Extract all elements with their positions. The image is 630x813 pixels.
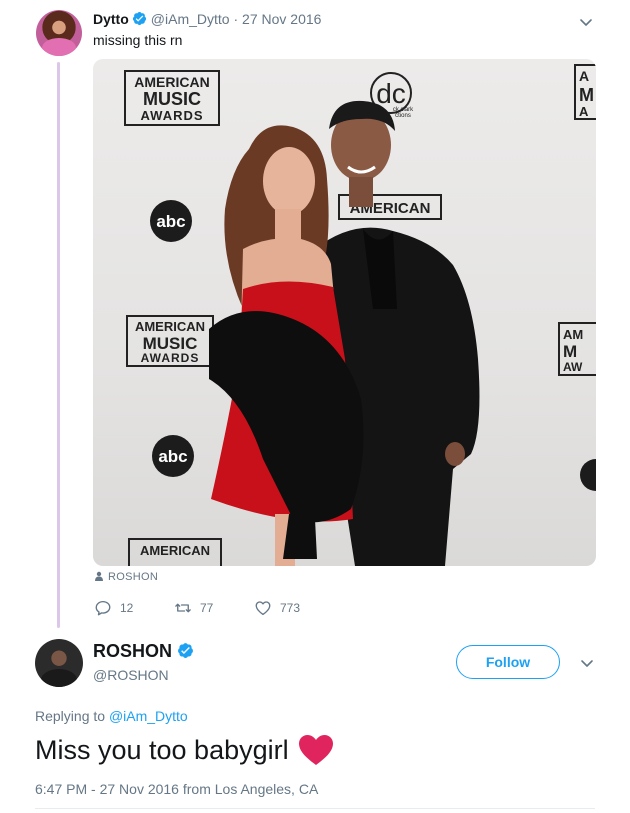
svg-text:A: A	[579, 68, 589, 84]
retweet-count: 77	[200, 601, 214, 615]
abc-logo: abc	[152, 435, 194, 477]
svg-text:AM: AM	[563, 327, 583, 342]
ama-logo: AM M AW	[558, 322, 596, 376]
like-action[interactable]: 773	[254, 599, 300, 617]
tweet-photo[interactable]: AMERICAN MUSIC AWARDS dc ck clark ctions…	[93, 59, 596, 566]
ama-logo: AMERICAN MUSIC AWARDS	[126, 315, 214, 367]
from-label: from	[182, 781, 211, 797]
svg-text:M: M	[579, 85, 594, 105]
thread-line	[57, 62, 60, 628]
parent-tweet: Dytto @iAm_Dytto · 27 Nov 2016 missing th…	[0, 0, 630, 630]
abc-logo	[580, 459, 596, 491]
author-name[interactable]: ROSHON	[93, 641, 198, 662]
svg-text:M: M	[563, 342, 577, 361]
replying-to: Replying to @iAm_Dytto	[35, 708, 188, 724]
svg-text:abc: abc	[158, 447, 187, 466]
replying-prefix: Replying to	[35, 708, 106, 724]
woman-figure	[209, 125, 364, 566]
svg-text:AW: AW	[563, 360, 583, 374]
svg-text:ctions: ctions	[395, 113, 411, 119]
svg-text:dc: dc	[376, 78, 406, 109]
photo-credit-name: ROSHON	[108, 571, 159, 583]
verified-badge-icon	[178, 643, 193, 658]
heart-emoji-icon	[298, 735, 333, 765]
svg-text:AWARDS: AWARDS	[140, 108, 203, 123]
chevron-down-icon[interactable]	[578, 14, 594, 30]
tweet-text: Miss you too babygirl	[35, 734, 334, 766]
svg-text:AMERICAN: AMERICAN	[140, 543, 210, 558]
retweet-icon	[175, 603, 191, 613]
reply-count: 12	[120, 601, 134, 615]
tweet-location[interactable]: Los Angeles, CA	[215, 781, 319, 797]
author-handle[interactable]: @iAm_Dytto	[151, 11, 230, 27]
retweet-action[interactable]: 77	[174, 599, 213, 617]
photo-credit[interactable]: ROSHON	[94, 571, 158, 583]
tweet-text: missing this rn	[93, 32, 183, 48]
person-icon	[95, 571, 103, 581]
ama-logo: AMERICAN MUSIC AWARDS	[124, 70, 220, 126]
svg-text:A: A	[579, 104, 589, 119]
follow-button[interactable]: Follow	[456, 645, 560, 679]
replying-handle-link[interactable]: @iAm_Dytto	[109, 708, 188, 724]
reply-action[interactable]: 12	[94, 599, 133, 617]
svg-text:abc: abc	[156, 212, 185, 231]
avatar[interactable]	[36, 10, 82, 56]
photo-illustration: AMERICAN MUSIC AWARDS dc ck clark ctions…	[124, 64, 596, 566]
abc-logo: abc	[150, 200, 192, 242]
like-icon	[255, 601, 271, 616]
svg-text:AMERICAN: AMERICAN	[135, 319, 205, 334]
ama-logo: A M A	[574, 64, 596, 120]
author-handle[interactable]: @ROSHON	[93, 667, 169, 683]
tweet-header: Dytto @iAm_Dytto · 27 Nov 2016	[93, 11, 321, 27]
svg-text:MUSIC: MUSIC	[143, 89, 201, 109]
tweet-date[interactable]: 27 Nov 2016	[242, 11, 321, 27]
chevron-down-icon[interactable]	[579, 655, 595, 671]
svg-text:AMERICAN: AMERICAN	[134, 74, 209, 90]
like-count: 773	[280, 601, 301, 615]
tweet-meta: 6:47 PM - 27 Nov 2016 from Los Angeles, …	[35, 781, 318, 797]
verified-badge-icon	[132, 11, 146, 26]
author-name-text: ROSHON	[93, 641, 173, 661]
ama-logo: AMERICAN	[128, 538, 222, 566]
reply-icon	[95, 600, 111, 616]
author-name[interactable]: Dytto	[93, 11, 129, 27]
tweet-text-content: Miss you too babygirl	[35, 734, 289, 765]
avatar[interactable]	[35, 639, 83, 687]
separator: ·	[233, 11, 239, 27]
divider	[35, 808, 595, 809]
svg-text:AWARDS: AWARDS	[141, 351, 200, 365]
tweet-timestamp[interactable]: 6:47 PM - 27 Nov 2016	[35, 781, 179, 797]
